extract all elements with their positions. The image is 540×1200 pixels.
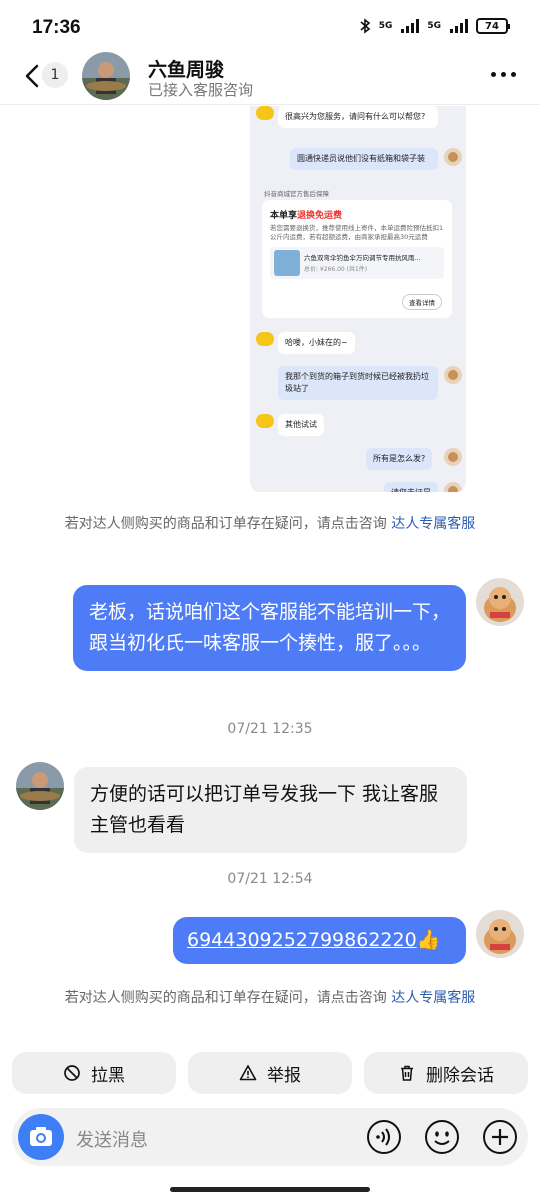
card-body: 若您需要退换货，推荐使用线上寄件，本单运费险预估抵扣1公斤内运费，若有超额运费，…: [270, 224, 444, 241]
screenshot-user-message: 所有是怎么发?: [366, 448, 433, 470]
screenshot-user-avatar: [444, 148, 462, 166]
message-timestamp: 07/21 12:35: [227, 721, 313, 737]
thumbs-up-emoji: 👍: [416, 929, 441, 951]
block-label: 拉黑: [91, 1065, 125, 1086]
message-input[interactable]: 发送消息: [76, 1126, 148, 1152]
battery-icon: 74: [476, 18, 510, 34]
incoming-message[interactable]: 方便的话可以把订单号发我一下 我让客服主管也看看: [74, 767, 467, 853]
screenshot-image-message[interactable]: 很高兴为您服务，请问有什么可以帮您? 圆通快递员说他们没有纸箱和袋子装 抖音商城…: [250, 106, 466, 492]
screenshot-bot-message: 其他试试: [278, 414, 324, 436]
delete-conversation-button[interactable]: 删除会话: [364, 1052, 528, 1094]
chat-header: 1 六鱼周骏 已接入客服咨询: [0, 48, 540, 105]
contact-message-avatar[interactable]: [16, 762, 64, 810]
camera-button[interactable]: [18, 1114, 64, 1160]
outgoing-message[interactable]: 老板，话说咱们这个客服能不能培训一下，跟当初化氏一味客服一个揍性，服了。。。: [73, 585, 466, 671]
my-avatar[interactable]: [476, 910, 524, 958]
unread-count-badge[interactable]: 1: [42, 62, 68, 88]
contact-subtitle: 已接入客服咨询: [148, 81, 254, 99]
status-time: 17:36: [32, 17, 81, 38]
delete-label: 删除会话: [426, 1065, 494, 1086]
card-detail-button: 查看详情: [402, 294, 442, 310]
service-notice: 若对达人侧购买的商品和订单存在疑问，请点击咨询 达人专属客服: [40, 986, 500, 1010]
report-icon: [239, 1065, 257, 1081]
status-icons: 5G 5G 74: [359, 18, 510, 34]
screenshot-user-message: 请您去证是: [384, 482, 438, 492]
back-icon[interactable]: [22, 62, 44, 90]
message-input-bar: 发送消息: [12, 1108, 528, 1166]
product-title: 六鱼双弯伞钓鱼伞万向调节专用抗风雨...: [304, 254, 421, 262]
block-icon: [64, 1065, 80, 1081]
report-button[interactable]: 举报: [188, 1052, 352, 1094]
screenshot-bot-message: 哈喽，小妹在的~: [278, 332, 355, 354]
report-label: 举报: [267, 1065, 301, 1086]
message-timestamp: 07/21 12:54: [227, 871, 313, 887]
delete-icon: [401, 1065, 413, 1081]
network-label-2: 5G: [427, 21, 441, 31]
expert-service-link[interactable]: 达人专属客服: [391, 516, 475, 532]
screenshot-user-message: 我那个到货的箱子到货时候已经被我扔垃圾站了: [278, 366, 438, 400]
bot-avatar: [256, 332, 274, 346]
product-price: 总价: ¥266.00 (共1件): [304, 266, 368, 273]
expert-service-link[interactable]: 达人专属客服: [391, 990, 475, 1006]
service-notice: 若对达人侧购买的商品和订单存在疑问，请点击咨询 达人专属客服: [40, 512, 500, 536]
emoji-icon[interactable]: [424, 1119, 460, 1155]
screenshot-guarantee-note: 抖音商城官方售后保障: [264, 190, 329, 198]
contact-avatar[interactable]: [82, 52, 130, 100]
screenshot-user-message: 圆通快递员说他们没有纸箱和袋子装: [290, 148, 438, 170]
voice-icon[interactable]: [366, 1119, 402, 1155]
bot-avatar: [256, 106, 274, 120]
more-icon[interactable]: [491, 72, 516, 77]
home-indicator[interactable]: [170, 1187, 370, 1192]
screenshot-user-avatar: [444, 366, 462, 384]
plus-icon[interactable]: [482, 1119, 518, 1155]
my-avatar[interactable]: [476, 578, 524, 626]
outgoing-message[interactable]: 6944309252799862220👍: [173, 917, 466, 964]
battery-level: 74: [485, 20, 499, 32]
bot-avatar: [256, 414, 274, 428]
signal-icon-2: [450, 19, 468, 33]
card-title-prefix: 本单享: [270, 211, 298, 221]
order-number-link[interactable]: 6944309252799862220: [187, 929, 417, 951]
card-product: 六鱼双弯伞钓鱼伞万向调节专用抗风雨... 总价: ¥266.00 (共1件): [270, 247, 444, 279]
screenshot-user-avatar: [444, 448, 462, 466]
screenshot-bot-message: 很高兴为您服务，请问有什么可以帮您?: [278, 106, 438, 128]
screenshot-order-card: 本单享退换免运费 若您需要退换货，推荐使用线上寄件，本单运费险预估抵扣1公斤内运…: [262, 200, 452, 318]
network-label-1: 5G: [378, 21, 393, 31]
product-thumbnail: [274, 250, 300, 276]
card-title-highlight: 退换免运费: [297, 211, 343, 221]
block-button[interactable]: 拉黑: [12, 1052, 176, 1094]
bluetooth-icon: [360, 18, 370, 34]
camera-icon: [30, 1127, 52, 1146]
signal-icon-1: [401, 19, 420, 33]
screenshot-user-avatar: [444, 482, 462, 492]
contact-name: 六鱼周骏: [148, 59, 225, 81]
notice-text: 若对达人侧购买的商品和订单存在疑问，请点击咨询: [64, 990, 387, 1006]
notice-text: 若对达人侧购买的商品和订单存在疑问，请点击咨询: [64, 516, 387, 532]
